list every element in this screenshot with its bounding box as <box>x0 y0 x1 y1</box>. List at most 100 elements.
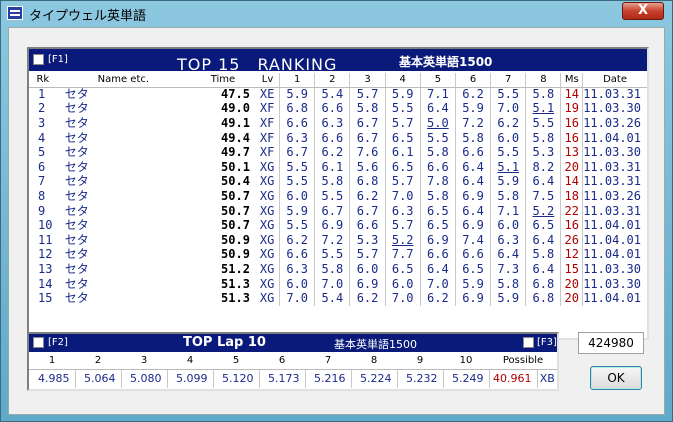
lap-value: 5.8 <box>497 188 520 203</box>
lap-value: 5.4 <box>321 291 344 306</box>
miss-cell: 18 <box>560 189 583 204</box>
lap-value: 5.3 <box>356 232 379 247</box>
date-cell: 11.03.30 <box>582 101 647 117</box>
lap-value: 6.9 <box>462 218 484 233</box>
app-icon[interactable] <box>7 6 23 20</box>
lap-cell: 6.4 <box>490 247 526 263</box>
lap-cell: 6.6 <box>454 247 491 263</box>
rank-cell: 10 <box>38 218 53 233</box>
lap-value: 5.1 <box>532 101 555 116</box>
column-header: Ms <box>560 73 583 88</box>
lap-value: 6.5 <box>427 203 449 218</box>
lap-cell: 6.7 <box>349 116 386 131</box>
column-header: Name etc. <box>56 73 190 88</box>
lap-value: 6.5 <box>391 130 414 145</box>
lap-value: 5.5 <box>286 218 309 233</box>
table-row: 11 セタ 50.9 XG 6.2 7.2 5.3 5.2 6.9 7.4 6.3 6.4 26 11.0… <box>29 232 647 248</box>
lap-cell: 6.7 <box>314 203 350 219</box>
column-header: 7 <box>490 73 526 88</box>
lap-value: 5.5 <box>321 188 344 203</box>
rank-cell: 7 <box>38 174 46 189</box>
lap-cell: 6.4 <box>454 174 491 190</box>
lap-value: 7.3 <box>497 261 520 276</box>
lap-value: 7.0 <box>286 291 309 306</box>
miss-cell: 19 <box>560 101 583 117</box>
lap-value: 6.8 <box>532 291 555 306</box>
lap-value: 6.4 <box>462 159 484 174</box>
lap-cell: 5.8 <box>490 188 526 204</box>
lap-cell: 6.5 <box>384 159 421 175</box>
lap-value: 6.5 <box>462 261 484 276</box>
lap-cell: 5.1 <box>525 101 561 117</box>
close-button[interactable]: X <box>622 2 664 20</box>
lap-cell: 5.2 <box>525 203 561 219</box>
lap-column-header: 2 <box>75 353 121 370</box>
lap-cell: 6.8 <box>525 276 561 292</box>
lap-cell: 6.2 <box>454 87 491 102</box>
lap-cell: 6.0 <box>279 189 315 204</box>
lap-cell: 7.4 <box>454 232 491 248</box>
date-cell: 11.03.31 <box>582 159 647 175</box>
name-cell: セタ <box>64 218 89 233</box>
ranking-checkbox[interactable] <box>33 54 44 65</box>
time-cell: 49.0 <box>221 101 250 116</box>
lap-cell: 6.2 <box>314 145 350 160</box>
lap-cell: 5.5 <box>279 218 315 233</box>
lap-value: 5.4 <box>321 87 344 102</box>
lap-cell: 5.9 <box>384 87 421 102</box>
table-row: 7 セタ 50.4 XG 5.5 5.8 6.8 5.7 7.8 6.4 5.9 6.4 14 11.03… <box>29 174 647 190</box>
lap-value: 6.7 <box>286 145 309 160</box>
table-row: 15 セタ 51.3 XG 7.0 5.4 6.2 7.0 6.2 6.9 5.9 6.8 20 11.0… <box>29 291 647 306</box>
rank-cell: 8 <box>38 188 46 203</box>
level-cell: XG <box>259 232 275 247</box>
lap-cell: 5.2 <box>384 232 421 248</box>
name-cell: セタ <box>64 188 89 203</box>
lap-time-cell: 5.249 <box>442 369 489 388</box>
lap-value: 6.2 <box>356 188 379 203</box>
lap-cell: 7.1 <box>419 87 456 102</box>
ranking-header: [F1] TOP 15 RANKING 基本英単語1500 <box>29 49 647 74</box>
name-cell: セタ <box>64 291 89 306</box>
lap-checkbox-left[interactable] <box>33 337 44 348</box>
lap-cell: 6.4 <box>525 174 561 190</box>
lap-value: 6.9 <box>462 188 484 203</box>
time-cell: 50.7 <box>221 203 250 218</box>
miss-cell: 16 <box>560 116 583 131</box>
ok-button[interactable]: OK <box>590 366 642 390</box>
lap-checkbox-right[interactable] <box>523 337 534 348</box>
lap-cell: 6.2 <box>279 232 315 248</box>
lap-cell: 7.0 <box>384 291 421 306</box>
name-cell: セタ <box>64 232 89 247</box>
lap-cell: 5.8 <box>314 261 350 277</box>
lap-value: 6.0 <box>497 218 520 233</box>
lap-cell: 5.8 <box>349 101 386 117</box>
rank-cell: 11 <box>38 232 53 247</box>
lap-column-header: 3 <box>121 353 167 370</box>
name-cell: セタ <box>64 145 89 160</box>
lap-cell: 6.6 <box>314 101 350 117</box>
lap-cell: 5.9 <box>454 276 491 292</box>
rank-cell: 2 <box>38 101 46 116</box>
lap-value: 6.5 <box>427 218 449 233</box>
lap-value: 5.7 <box>356 247 379 262</box>
lap-value: 7.8 <box>427 174 449 189</box>
lap-value: 5.8 <box>427 188 449 203</box>
lap-cell: 5.5 <box>314 247 350 263</box>
lap-value: 5.8 <box>321 261 344 276</box>
table-row: 12 セタ 50.9 XG 6.6 5.5 5.7 7.7 6.6 6.6 6.4 5.8 12 11.0… <box>29 247 647 263</box>
level-cell: XF <box>259 101 275 116</box>
lap-value: 6.1 <box>391 145 414 160</box>
lap-cell: 7.0 <box>384 189 421 204</box>
lap-value: 7.2 <box>321 232 344 247</box>
lap-value: 5.9 <box>497 291 520 306</box>
ranking-fkey: [F1] <box>48 54 68 65</box>
lap-cell: 5.5 <box>384 101 421 117</box>
column-header: 4 <box>384 73 421 88</box>
lap-cell: 6.4 <box>454 159 491 175</box>
lap-value: 5.9 <box>462 101 484 116</box>
title-bar[interactable]: タイプウェル英単語 X <box>1 1 672 27</box>
level-cell: XG <box>259 203 275 218</box>
lap-cell: 6.5 <box>419 203 456 219</box>
lap-cell: 5.8 <box>314 174 350 190</box>
name-cell: セタ <box>64 87 89 102</box>
